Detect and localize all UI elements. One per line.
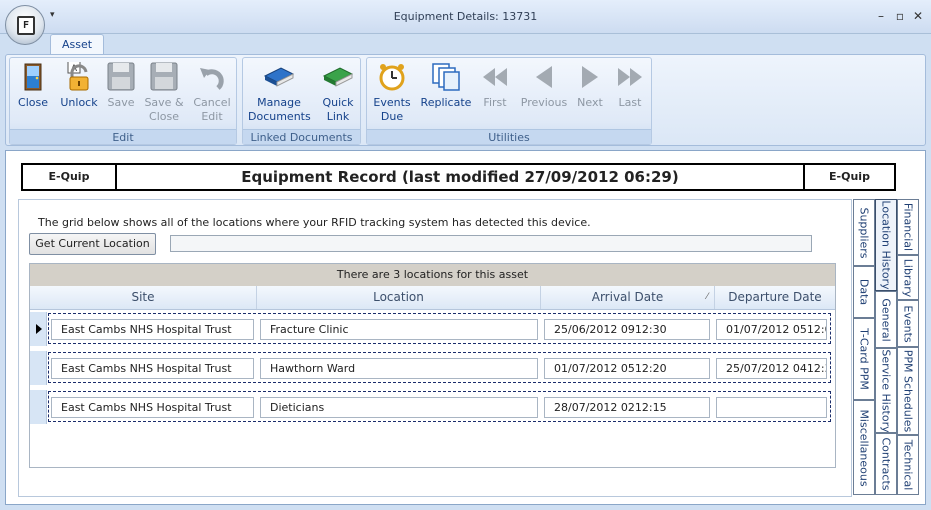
grid-banner: There are 3 locations for this asset <box>30 264 835 286</box>
tab-contracts[interactable]: Contracts <box>875 433 897 495</box>
departure-date-cell[interactable]: 25/07/2012 0412:30 <box>716 358 827 379</box>
edit-group-label: Edit <box>10 129 236 144</box>
table-row[interactable]: East Cambs NHS Hospital Trust Dieticians… <box>30 390 835 424</box>
first-record-button[interactable]: First <box>477 62 513 110</box>
events-due-button[interactable]: Events Due <box>371 62 413 124</box>
floppy-close-icon <box>150 62 178 91</box>
save-and-close-button[interactable]: Save & Close <box>144 62 184 124</box>
header-right-label: E-Quip <box>803 165 894 189</box>
door-icon <box>24 63 42 91</box>
alarm-clock-icon <box>379 64 405 91</box>
quick-link-button[interactable]: Quick Link <box>319 62 357 124</box>
row-selector[interactable] <box>30 312 47 346</box>
current-row-arrow-icon <box>36 324 42 334</box>
tab-events[interactable]: Events <box>897 300 919 347</box>
minimize-button[interactable]: – <box>874 9 888 23</box>
utilities-group-label: Utilities <box>367 129 651 144</box>
row-selector[interactable] <box>30 351 47 385</box>
row-frame: East Cambs NHS Hospital Trust Hawthorn W… <box>48 352 831 383</box>
location-cell[interactable]: Hawthorn Ward <box>260 358 538 379</box>
row-frame: East Cambs NHS Hospital Trust Dieticians… <box>48 391 831 422</box>
last-record-icon <box>618 68 642 86</box>
app-logo-icon: F <box>17 16 35 35</box>
green-book-icon <box>322 67 354 87</box>
next-record-icon <box>582 66 598 88</box>
side-tabs-column-2: Location History General Service History… <box>875 199 899 495</box>
previous-record-button[interactable]: Previous <box>519 62 569 110</box>
site-cell[interactable]: East Cambs NHS Hospital Trust <box>51 319 254 340</box>
equipment-form: E-Quip Equipment Record (last modified 2… <box>5 150 926 505</box>
restore-button[interactable]: ▫ <box>893 9 907 23</box>
title-bar: ▾ Equipment Details: 13731 – ▫ ✕ <box>0 0 931 34</box>
arrival-date-cell[interactable]: 25/06/2012 0912:30 <box>544 319 710 340</box>
tab-service-history[interactable]: Service History <box>875 348 897 433</box>
tab-financial[interactable]: Financial <box>897 199 919 255</box>
row-frame: East Cambs NHS Hospital Trust Fracture C… <box>48 313 831 344</box>
tab-t-card-ppm[interactable]: T-Card PPM <box>853 318 875 400</box>
tab-asset[interactable]: Asset <box>50 34 104 55</box>
utilities-group: Events Due Replicate First Previous Next… <box>366 57 652 145</box>
location-cell[interactable]: Fracture Clinic <box>260 319 538 340</box>
row-selector[interactable] <box>30 390 47 424</box>
tab-location-history[interactable]: Location History <box>875 199 897 291</box>
application-menu-button[interactable]: F <box>5 5 45 45</box>
close-window-button[interactable]: ✕ <box>911 9 925 23</box>
current-location-field[interactable] <box>170 235 812 252</box>
next-record-button[interactable]: Next <box>573 62 607 110</box>
column-header-arrival-date[interactable]: Arrival Date ⁄ <box>541 286 715 309</box>
sort-indicator-icon: ⁄ <box>706 292 708 302</box>
blue-book-icon <box>263 67 295 87</box>
column-header-location[interactable]: Location <box>257 286 541 309</box>
tab-technical[interactable]: Technical <box>897 435 919 495</box>
get-current-location-button[interactable]: Get Current Location <box>29 233 156 255</box>
record-title: Equipment Record (last modified 27/09/20… <box>241 168 679 186</box>
location-cell[interactable]: Dieticians <box>260 397 538 418</box>
tab-ppm-schedules[interactable]: PPM Schedules <box>897 347 919 435</box>
close-button[interactable]: Close <box>13 62 53 110</box>
tab-library[interactable]: Library <box>897 255 919 300</box>
unlock-button[interactable]: A Unlock <box>56 62 102 110</box>
departure-date-cell[interactable]: 01/07/2012 0512:00 <box>716 319 827 340</box>
replicate-button[interactable]: Replicate <box>419 62 473 110</box>
tab-suppliers[interactable]: Suppliers <box>853 199 875 266</box>
site-cell[interactable]: East Cambs NHS Hospital Trust <box>51 397 254 418</box>
copy-pages-icon <box>432 63 460 91</box>
table-row[interactable]: East Cambs NHS Hospital Trust Hawthorn W… <box>30 351 835 385</box>
site-cell[interactable]: East Cambs NHS Hospital Trust <box>51 358 254 379</box>
padlock-icon: A <box>67 62 89 91</box>
ribbon-tab-row: Asset <box>0 34 931 55</box>
table-row[interactable]: East Cambs NHS Hospital Trust Fracture C… <box>30 312 835 346</box>
side-tabs-column-1: Suppliers Data T-Card PPM Miscellaneous <box>853 199 877 495</box>
manage-documents-button[interactable]: Manage Documents <box>248 62 311 124</box>
linked-documents-group-label: Linked Documents <box>243 129 360 144</box>
arrival-date-cell[interactable]: 28/07/2012 0212:15 <box>544 397 710 418</box>
arrival-date-cell[interactable]: 01/07/2012 0512:20 <box>544 358 710 379</box>
info-text: The grid below shows all of the location… <box>38 216 591 229</box>
window-title: Equipment Details: 13731 <box>393 10 538 23</box>
record-header: E-Quip Equipment Record (last modified 2… <box>21 163 896 191</box>
tab-miscellaneous[interactable]: Miscellaneous <box>853 400 875 495</box>
cancel-edit-button[interactable]: Cancel Edit <box>191 62 233 124</box>
save-button[interactable]: Save <box>104 62 138 110</box>
departure-date-cell[interactable] <box>716 397 827 418</box>
linked-documents-group: Manage Documents Quick Link Linked Docum… <box>242 57 361 145</box>
grid-header: Site Location Arrival Date ⁄ Departure D… <box>30 286 835 310</box>
column-header-departure-date[interactable]: Departure Date <box>715 286 835 309</box>
tab-data[interactable]: Data <box>853 266 875 318</box>
edit-group: Close A Unlock Save Save & Close Cancel … <box>9 57 237 145</box>
floppy-icon <box>107 62 135 91</box>
locations-grid: There are 3 locations for this asset Sit… <box>29 263 836 468</box>
header-left-label: E-Quip <box>23 165 117 189</box>
location-history-panel: The grid below shows all of the location… <box>18 199 852 497</box>
tab-general[interactable]: General <box>875 291 897 348</box>
previous-record-icon <box>536 66 552 88</box>
last-record-button[interactable]: Last <box>613 62 647 110</box>
first-record-icon <box>483 68 507 86</box>
ribbon: Close A Unlock Save Save & Close Cancel … <box>5 54 926 146</box>
column-header-site[interactable]: Site <box>30 286 257 309</box>
side-tabs-column-3: Financial Library Events PPM Schedules T… <box>897 199 921 495</box>
undo-icon <box>200 68 224 90</box>
